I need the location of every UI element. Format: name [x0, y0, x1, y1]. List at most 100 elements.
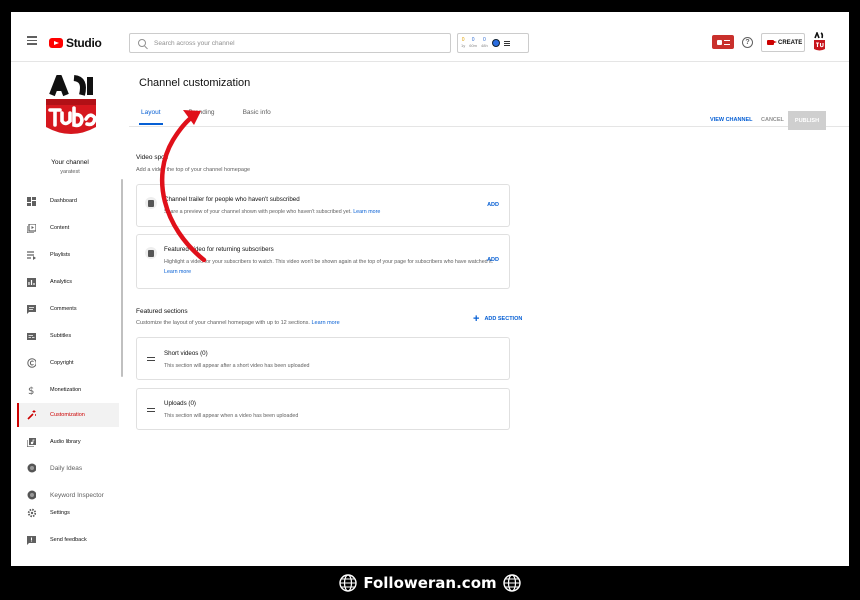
sidebar-item-label: Settings [50, 510, 70, 516]
section-short-videos[interactable]: Short videos (0) This section will appea… [136, 337, 510, 380]
extension-logo-icon[interactable] [491, 39, 500, 47]
keyword-inspector-icon [27, 490, 36, 500]
drag-handle-icon[interactable] [147, 408, 155, 412]
sidebar-item-label: Customization [50, 412, 85, 418]
sidebar-item-label: Keyword Inspector [50, 491, 104, 499]
sidebar-item-daily-ideas[interactable]: Daily Ideas [17, 456, 119, 480]
card-title: Channel trailer for people who haven't s… [164, 196, 300, 203]
feedback-icon [27, 535, 36, 545]
dollar-icon: $ [27, 386, 36, 395]
sidebar-item-content[interactable]: Content [17, 216, 119, 240]
sidebar-item-send-feedback[interactable]: Send feedback [17, 528, 119, 552]
section-title: Short videos (0) [164, 350, 208, 357]
daily-ideas-icon [27, 463, 36, 473]
tab-divider [129, 126, 849, 127]
main-content: Channel customization Layout Branding Ba… [129, 63, 849, 566]
watermark-text: Followeran.com [363, 574, 497, 592]
sidebar: Your channel yaratest Dashboard Content … [11, 63, 129, 566]
cancel-button[interactable]: CANCEL [761, 117, 784, 123]
section-title: Uploads (0) [164, 400, 196, 407]
help-icon[interactable]: ? [742, 37, 753, 48]
video-spotlight-subtitle: Add a video the top of your channel home… [136, 167, 251, 173]
account-avatar[interactable] [811, 32, 828, 52]
playlists-icon [27, 250, 36, 260]
tab-bar: Layout Branding Basic info [139, 105, 273, 125]
page-title: Channel customization [139, 77, 251, 89]
tab-branding[interactable]: Branding [187, 105, 217, 125]
channel-avatar[interactable] [46, 75, 96, 137]
featured-sections-subtitle: Customize the layout of your channel hom… [136, 320, 340, 326]
film-icon [145, 197, 157, 209]
sidebar-item-customization[interactable]: Customization [17, 403, 119, 427]
sidebar-item-label: Send feedback [50, 537, 87, 543]
top-bar: Studio Search across your channel 0 1y 06… [11, 12, 849, 62]
extension-menu-icon[interactable] [503, 40, 510, 46]
list-icon [723, 39, 730, 45]
publish-button[interactable]: PUBLISH [788, 111, 826, 130]
sidebar-item-dashboard[interactable]: Dashboard [17, 189, 119, 213]
extension-toolbar-button[interactable] [712, 35, 734, 49]
tab-layout[interactable]: Layout [139, 105, 163, 125]
featured-video-icon [145, 247, 157, 259]
video-camera-icon [767, 40, 777, 45]
sidebar-item-copyright[interactable]: Copyright [17, 351, 119, 375]
dashboard-icon [27, 196, 36, 206]
sidebar-item-analytics[interactable]: Analytics [17, 270, 119, 294]
magic-wand-icon [27, 410, 36, 420]
svg-text:$: $ [28, 386, 34, 395]
view-channel-button[interactable]: VIEW CHANNEL [710, 117, 752, 123]
sidebar-item-subtitles[interactable]: Subtitles [17, 324, 119, 348]
globe-icon [502, 574, 521, 592]
sidebar-scrollbar[interactable] [121, 179, 123, 377]
extension-widget[interactable]: 0 1y 0 60m 0 48h [457, 33, 529, 53]
copyright-icon [27, 358, 36, 368]
content-icon [27, 223, 36, 233]
sidebar-item-label: Monetization [50, 387, 82, 393]
channel-handle: yaratest [60, 169, 80, 175]
search-bar[interactable]: Search across your channel [129, 33, 451, 53]
card-description: Share a preview of your channel shown wi… [164, 209, 381, 215]
subtitles-icon [27, 332, 36, 341]
studio-logo[interactable]: Studio [49, 36, 102, 50]
tab-basic-info[interactable]: Basic info [241, 105, 273, 125]
search-input[interactable]: Search across your channel [154, 40, 235, 47]
section-uploads[interactable]: Uploads (0) This section will appear whe… [136, 388, 510, 430]
sidebar-item-monetization[interactable]: $ Monetization [17, 378, 119, 402]
add-section-label: ADD SECTION [484, 316, 523, 322]
learn-more-link[interactable]: Learn more [353, 209, 380, 215]
card-description: Highlight a video for your subscribers t… [164, 259, 494, 275]
youtube-play-icon [49, 38, 63, 48]
learn-more-link[interactable]: Learn more [164, 269, 191, 275]
audio-library-icon [27, 437, 36, 447]
sidebar-item-label: Content [50, 225, 70, 231]
sidebar-item-label: Daily Ideas [50, 464, 83, 472]
add-trailer-button[interactable]: ADD [487, 202, 499, 208]
sidebar-item-playlists[interactable]: Playlists [17, 243, 119, 267]
logo-text: Studio [66, 36, 102, 50]
your-channel-label: Your channel [51, 159, 89, 166]
studio-screen: Studio Search across your channel 0 1y 06… [11, 12, 849, 566]
sidebar-item-label: Dashboard [50, 198, 77, 204]
ext-stat: 0 1y [461, 37, 466, 49]
add-featured-video-button[interactable]: ADD [487, 257, 499, 263]
video-spotlight-title: Video spotl [136, 154, 169, 161]
add-section-button[interactable]: + ADD SECTION [473, 314, 523, 325]
sidebar-item-settings[interactable]: Settings [17, 501, 119, 525]
section-description: This section will appear after a short v… [164, 363, 310, 369]
drag-handle-icon[interactable] [147, 357, 155, 361]
section-description: This section will appear when a video ha… [164, 413, 299, 419]
create-button[interactable]: CREATE [761, 33, 805, 52]
learn-more-link[interactable]: Learn more [312, 320, 340, 326]
device-frame: Studio Search across your channel 0 1y 06… [0, 0, 860, 600]
help-glyph: ? [745, 39, 750, 46]
comments-icon [27, 304, 36, 314]
analytics-icon [27, 277, 36, 287]
sidebar-item-label: Comments [50, 306, 77, 312]
watermark-footer: Followeran.com [0, 566, 860, 600]
sidebar-item-label: Audio library [50, 439, 81, 445]
featured-video-card: Featured video for returning subscribers… [136, 234, 510, 289]
ext-stat: 0 48h [481, 37, 488, 49]
sidebar-item-comments[interactable]: Comments [17, 297, 119, 321]
hamburger-menu-icon[interactable] [27, 36, 37, 45]
sidebar-item-audio-library[interactable]: Audio library [17, 430, 119, 454]
